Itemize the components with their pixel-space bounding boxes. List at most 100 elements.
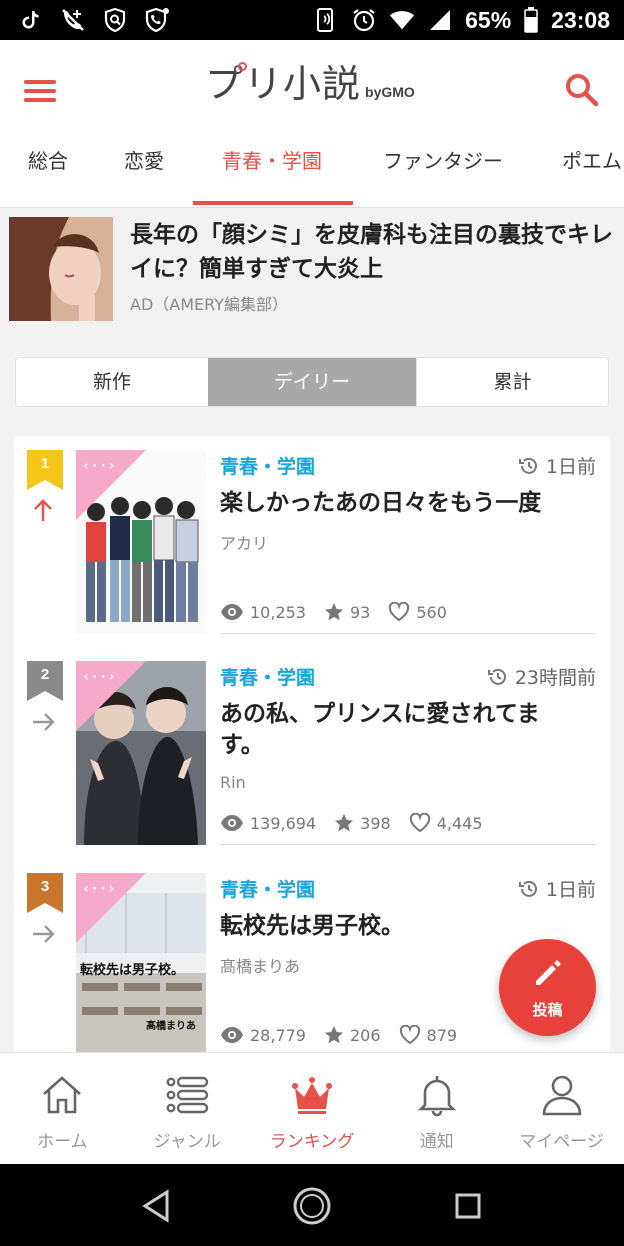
history-icon: [518, 880, 537, 897]
shield-call-icon: [144, 7, 170, 33]
bottom-nav: ホーム ジャンル ランキング 通知 マイページ: [0, 1052, 624, 1164]
tab-poem[interactable]: ポエム: [562, 138, 622, 207]
story-stats: 10,253 93 560: [220, 602, 459, 622]
chat-novel-icon: ‹··›: [82, 881, 116, 897]
star-icon: [324, 603, 343, 621]
home-system-button[interactable]: [290, 1184, 334, 1228]
crown-icon: [291, 1077, 332, 1114]
history-icon: [487, 668, 506, 685]
no-call-icon: [60, 7, 86, 33]
eye-icon: [221, 815, 243, 831]
story-stats: 28,779 206 879: [220, 1025, 469, 1045]
shield-search-icon: [102, 7, 128, 33]
nfc-icon: [313, 7, 339, 33]
star-count: 93: [349, 602, 371, 622]
heart-icon: [399, 1025, 420, 1045]
updated-time: 1日前: [518, 875, 596, 902]
ranking-item[interactable]: 1 ‹··› 青春・学園 1日前 楽しかったあの日々をもう一度 アカリ 10,2…: [14, 436, 610, 648]
wifi-icon: [389, 7, 415, 33]
battery-percent: 65%: [465, 6, 512, 33]
rank-flat-icon: [30, 921, 56, 947]
signal-icon: [427, 7, 453, 33]
cover-title: 転校先は男子校。: [80, 963, 185, 978]
star-icon: [335, 814, 354, 832]
pencil-icon: [536, 960, 561, 985]
segment-total[interactable]: 累計: [416, 358, 608, 406]
status-bar: 65% 23:08: [0, 0, 624, 40]
app-header: プリ小説 byGMO: [0, 40, 624, 138]
nav-genre[interactable]: ジャンル: [125, 1053, 250, 1165]
eye-icon: [221, 604, 243, 620]
tab-general[interactable]: 総合: [28, 138, 68, 207]
nav-notifications[interactable]: 通知: [374, 1053, 499, 1165]
nav-home[interactable]: ホーム: [0, 1053, 125, 1165]
system-nav-bar: [0, 1164, 624, 1246]
post-button[interactable]: 投稿: [499, 939, 596, 1036]
tab-fantasy[interactable]: ファンタジー: [383, 138, 503, 207]
rank-number: 3: [40, 878, 50, 895]
story-genre[interactable]: 青春・学園: [220, 452, 315, 479]
active-tab-indicator: [193, 201, 353, 205]
rank-number: 2: [40, 666, 50, 683]
story-genre[interactable]: 青春・学園: [220, 875, 315, 902]
time-text: 1日前: [545, 879, 596, 901]
segment-daily[interactable]: デイリー: [208, 358, 416, 406]
alarm-icon: [351, 7, 377, 33]
star-count: 398: [360, 813, 391, 833]
nav-mypage-label: マイページ: [519, 1132, 604, 1152]
story-author: 髙橋まりあ: [220, 957, 301, 976]
tiktok-icon: [18, 7, 44, 33]
nav-mypage[interactable]: マイページ: [499, 1053, 624, 1165]
tab-romance[interactable]: 恋愛: [124, 138, 164, 207]
nav-genre-label: ジャンル: [153, 1132, 221, 1152]
star-icon: [324, 1026, 343, 1044]
person-icon: [542, 1075, 581, 1116]
tab-youth-school[interactable]: 青春・学園: [222, 138, 322, 207]
story-stats: 139,694 398 4,445: [220, 813, 495, 833]
divider: [220, 633, 596, 634]
ad-image: [9, 217, 113, 321]
back-icon: [142, 1189, 169, 1223]
cover-author: 髙橋まりあ: [146, 1021, 196, 1032]
time-text: 23時間前: [514, 667, 596, 689]
like-count: 560: [416, 602, 447, 622]
recents-button[interactable]: [446, 1184, 490, 1228]
ranking-item[interactable]: 2 ‹··› 青春・学園 23時間前 あの私、プリンスに愛されてます。 Rin …: [14, 647, 610, 859]
rank-badge: 1: [27, 450, 63, 490]
rank-badge: 3: [27, 873, 63, 913]
story-title[interactable]: 楽しかったあの日々をもう一度: [220, 488, 576, 519]
nav-ranking-label: ランキング: [269, 1132, 355, 1152]
ad-banner[interactable]: 長年の「顔シミ」を皮膚科も注目の裏技でキレイに？簡単すぎて大炎上 AD（AMER…: [0, 208, 624, 332]
app-logo[interactable]: プリ小説 byGMO: [205, 62, 415, 106]
bell-icon: [417, 1076, 456, 1117]
nav-home-label: ホーム: [37, 1132, 88, 1152]
hamburger-icon-bar: [24, 98, 56, 102]
logo-dot-icon: [238, 62, 247, 71]
star-count: 206: [349, 1025, 381, 1045]
period-segment: 新作 デイリー 累計: [15, 357, 609, 407]
story-title[interactable]: 転校先は男子校。: [220, 911, 576, 942]
ad-source: AD（AMERY編集部）: [130, 295, 288, 314]
menu-button[interactable]: [22, 76, 58, 104]
back-button[interactable]: [135, 1184, 179, 1228]
logo-text: プリ小説: [205, 62, 362, 106]
heart-icon: [409, 813, 430, 833]
search-button[interactable]: [562, 70, 602, 110]
story-genre[interactable]: 青春・学園: [220, 663, 315, 690]
updated-time: 1日前: [518, 452, 596, 479]
battery-icon: [523, 7, 539, 33]
rank-number: 1: [40, 455, 50, 472]
history-icon: [518, 457, 537, 474]
nav-notifications-label: 通知: [419, 1132, 454, 1152]
story-cover: ‹··›: [76, 450, 206, 634]
ad-title: 長年の「顔シミ」を皮膚科も注目の裏技でキレイに？簡単すぎて大炎上: [130, 222, 613, 282]
like-count: 879: [426, 1025, 458, 1045]
heart-icon: [389, 602, 410, 622]
eye-icon: [221, 1027, 243, 1043]
recents-icon: [455, 1193, 481, 1219]
time-text: 1日前: [545, 456, 596, 478]
story-title[interactable]: あの私、プリンスに愛されてます。: [220, 699, 576, 761]
segment-new[interactable]: 新作: [16, 358, 208, 406]
rank-flat-icon: [30, 709, 56, 735]
nav-ranking[interactable]: ランキング: [250, 1053, 375, 1165]
